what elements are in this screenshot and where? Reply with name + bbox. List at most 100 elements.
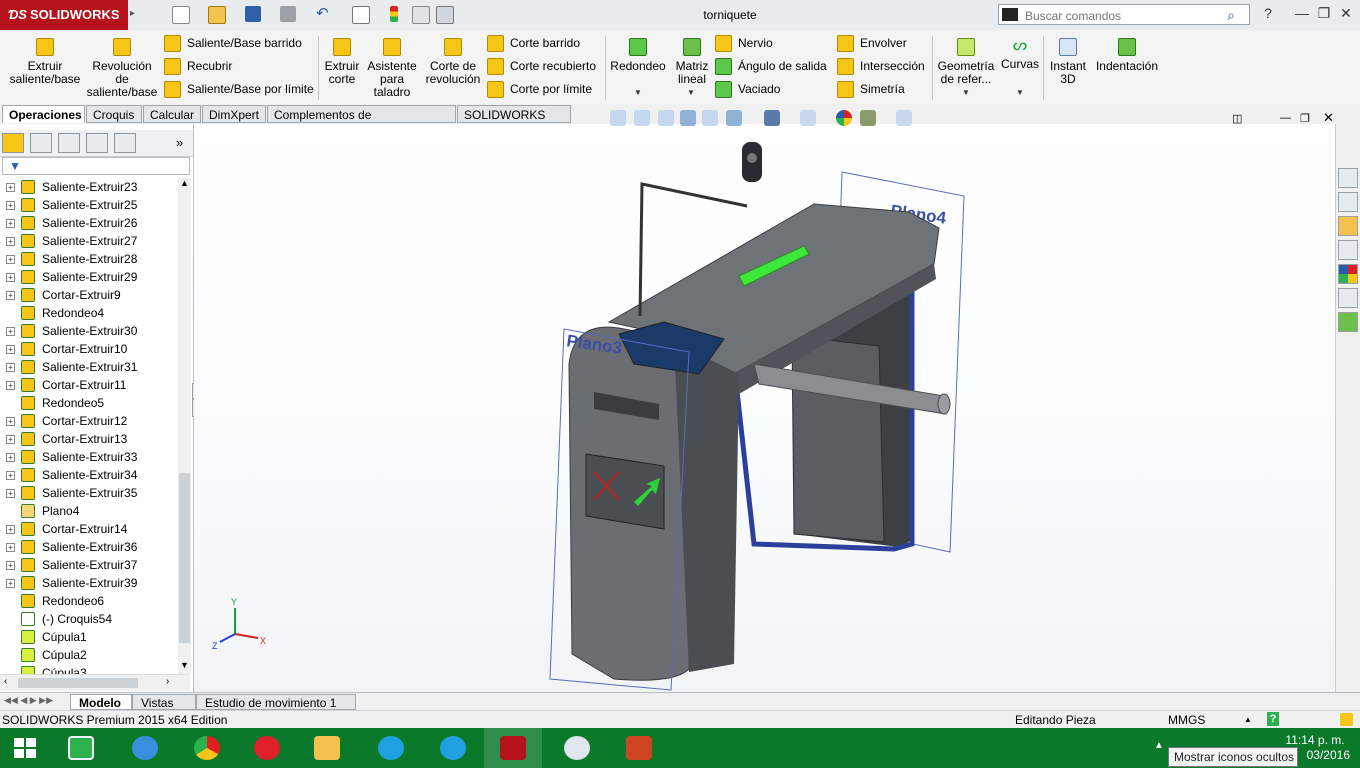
extrude-boss-button[interactable]: Extruir saliente/base	[6, 38, 84, 86]
tree-item[interactable]: + Saliente-Extruir23	[0, 178, 178, 196]
tab-vistas-3d[interactable]: Vistas 3D	[132, 694, 196, 726]
rebuild-status-icon[interactable]	[1340, 713, 1353, 726]
fillet-button[interactable]: Redondeo	[608, 38, 668, 73]
expand-icon[interactable]: +	[6, 561, 15, 570]
expand-icon[interactable]: +	[6, 579, 15, 588]
linear-pattern-button[interactable]: Matriz lineal	[672, 38, 712, 86]
expand-icon[interactable]: +	[6, 417, 15, 426]
loft-button[interactable]: Recubrir	[164, 57, 232, 76]
expand-icon[interactable]: +	[6, 363, 15, 372]
search-box[interactable]: ⌕	[998, 4, 1250, 25]
tree-item[interactable]: + Cortar-Extruir12	[0, 412, 178, 430]
solidworks-logo[interactable]: ƊS SOLIDWORKS	[0, 0, 128, 30]
taskbar-powerpoint[interactable]	[610, 728, 668, 768]
file-properties-icon[interactable]	[412, 6, 430, 24]
tree-item[interactable]: + Cortar-Extruir14	[0, 520, 178, 538]
file-explorer-icon[interactable]	[1338, 216, 1358, 236]
help-icon[interactable]: ?	[1258, 5, 1278, 23]
expand-icon[interactable]: +	[6, 255, 15, 264]
display-manager-tab-icon[interactable]	[114, 133, 136, 153]
revolve-boss-button[interactable]: Revolución de saliente/base	[86, 38, 158, 99]
tree-item[interactable]: + Cortar-Extruir13	[0, 430, 178, 448]
tab-dimxpert[interactable]: DimXpert	[202, 105, 266, 123]
previous-view-icon[interactable]	[658, 110, 674, 126]
tree-vertical-scrollbar[interactable]: ▲ ▼	[178, 178, 191, 674]
tree-item[interactable]: + Saliente-Extruir28	[0, 250, 178, 268]
search-icon[interactable]: ⌕	[1227, 7, 1235, 24]
indent-button[interactable]: Indentación	[1094, 38, 1160, 73]
taskbar-paint[interactable]	[548, 728, 606, 768]
zoom-area-icon[interactable]	[634, 110, 650, 126]
solidworks-resources-icon[interactable]	[1338, 168, 1358, 188]
tree-item[interactable]: Cúpula3	[0, 664, 178, 674]
expand-icon[interactable]: +	[6, 327, 15, 336]
show-hidden-icons-icon[interactable]: ▲	[1154, 740, 1164, 751]
feature-manager-tab-icon[interactable]	[2, 133, 24, 153]
zoom-to-fit-icon[interactable]	[610, 110, 626, 126]
start-button[interactable]	[0, 728, 50, 768]
expand-icon[interactable]: +	[6, 381, 15, 390]
tree-item[interactable]: + Cortar-Extruir9	[0, 286, 178, 304]
swept-boss-button[interactable]: Saliente/Base barrido	[164, 34, 302, 53]
units-selector[interactable]: MMGS	[1168, 711, 1205, 729]
rib-button[interactable]: Nervio	[715, 34, 773, 53]
pattern-dropdown[interactable]: ▼	[687, 88, 695, 97]
intersect-button[interactable]: Intersección	[837, 57, 925, 76]
tree-item[interactable]: + Saliente-Extruir30	[0, 322, 178, 340]
taskbar-solidworks[interactable]	[484, 728, 542, 768]
dynamic-annotation-icon[interactable]	[702, 110, 718, 126]
tree-item[interactable]: Cúpula1	[0, 628, 178, 646]
viewport-restore-icon[interactable]: ❐	[1300, 112, 1310, 125]
lofted-cut-button[interactable]: Corte recubierto	[487, 57, 596, 76]
extrude-cut-button[interactable]: Extruir corte	[322, 38, 362, 86]
tab-operaciones[interactable]: Operaciones	[2, 105, 85, 123]
undo-icon[interactable]: ↶	[316, 6, 332, 22]
viewport-tile-icon[interactable]: ◫	[1232, 112, 1242, 125]
scroll-down-icon[interactable]: ▼	[180, 660, 189, 670]
taskbar-chrome[interactable]	[178, 728, 236, 768]
expand-icon[interactable]: +	[6, 489, 15, 498]
print-icon[interactable]	[280, 6, 296, 22]
expand-icon[interactable]: +	[6, 435, 15, 444]
property-manager-tab-icon[interactable]	[30, 133, 52, 153]
taskbar-opera[interactable]	[238, 728, 296, 768]
expand-icon[interactable]: +	[6, 525, 15, 534]
hide-show-items-icon[interactable]	[800, 110, 816, 126]
tree-item[interactable]: Redondeo4	[0, 304, 178, 322]
tab-estudio-movimiento[interactable]: Estudio de movimiento 1	[196, 694, 356, 710]
expand-icon[interactable]: +	[6, 237, 15, 246]
mirror-button[interactable]: Simetría	[837, 80, 905, 99]
tree-item[interactable]: + Saliente-Extruir35	[0, 484, 178, 502]
swept-cut-button[interactable]: Corte barrido	[487, 34, 580, 53]
view-orientation-icon[interactable]	[726, 110, 742, 126]
wrap-button[interactable]: Envolver	[837, 34, 907, 53]
tree-item[interactable]: + Saliente-Extruir34	[0, 466, 178, 484]
new-document-icon[interactable]	[172, 6, 190, 24]
taskbar-internet-explorer[interactable]	[116, 728, 174, 768]
tree-item[interactable]: + Saliente-Extruir36	[0, 538, 178, 556]
reference-geometry-button[interactable]: Geometría de refer...	[936, 38, 996, 86]
tree-item[interactable]: + Cortar-Extruir10	[0, 340, 178, 358]
help-status-icon[interactable]: ?	[1267, 712, 1279, 726]
panel-expand-icon[interactable]: »	[176, 135, 183, 150]
units-dropdown-icon[interactable]: ▲	[1244, 711, 1252, 729]
tree-item[interactable]: + Saliente-Extruir31	[0, 358, 178, 376]
tree-item[interactable]: + Saliente-Extruir39	[0, 574, 178, 592]
tree-item[interactable]: + Saliente-Extruir37	[0, 556, 178, 574]
tree-item[interactable]: Redondeo6	[0, 592, 178, 610]
open-icon[interactable]	[208, 6, 226, 24]
hscroll-thumb[interactable]	[18, 678, 138, 688]
select-icon[interactable]	[352, 6, 370, 24]
instant3d-button[interactable]: Instant 3D	[1046, 38, 1090, 86]
tab-croquis[interactable]: Croquis	[86, 105, 142, 123]
tab-modelo[interactable]: Modelo	[70, 694, 132, 710]
scroll-right-icon[interactable]: ›	[166, 676, 169, 687]
edit-appearance-icon[interactable]	[836, 110, 852, 126]
graphics-area[interactable]: Plano4 Plano3 Y X Z	[194, 124, 1335, 692]
boundary-cut-button[interactable]: Corte por límite	[487, 80, 592, 99]
scroll-up-icon[interactable]: ▲	[180, 178, 189, 188]
minimize-icon[interactable]: —	[1292, 5, 1312, 23]
appearances-icon[interactable]	[1338, 264, 1358, 284]
tree-item[interactable]: + Saliente-Extruir26	[0, 214, 178, 232]
curves-dropdown[interactable]: ▼	[1016, 88, 1024, 97]
